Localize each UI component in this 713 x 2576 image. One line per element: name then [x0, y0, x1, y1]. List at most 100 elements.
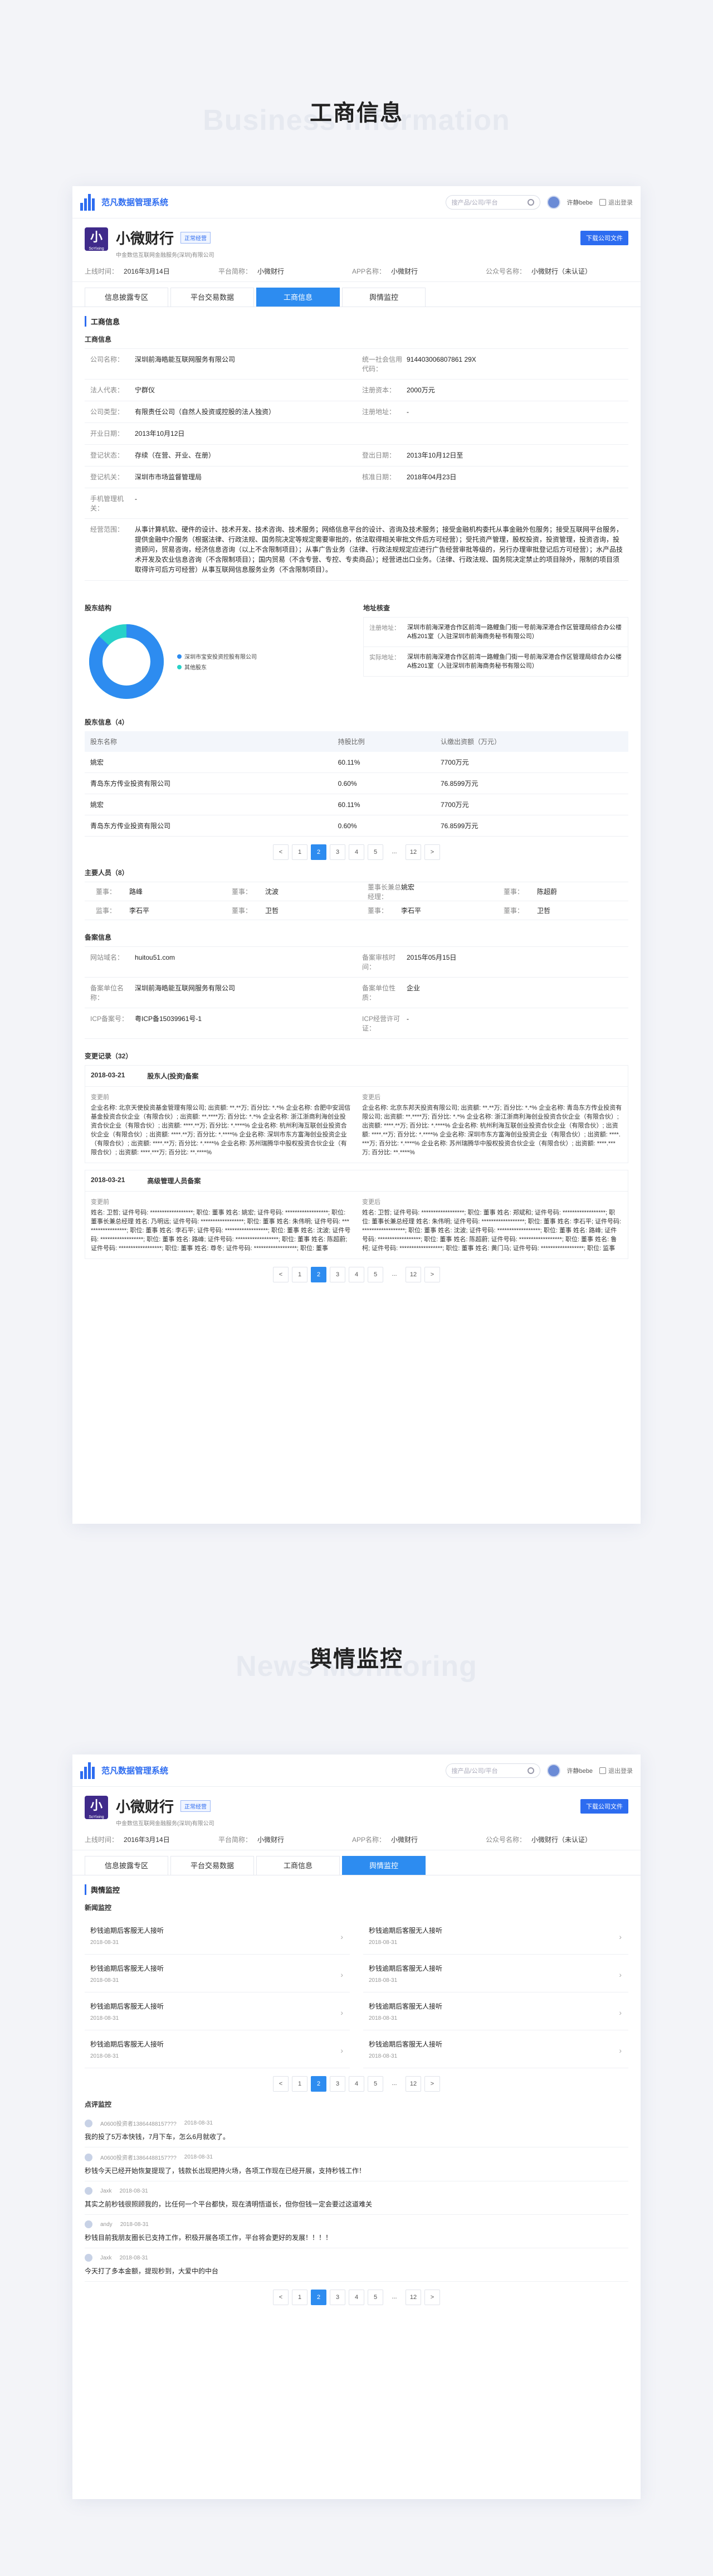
news-item[interactable]: 秒钱逾期后客服无人接听 2018-08-31 › — [85, 2030, 350, 2068]
comment-item[interactable]: A0600投资者13864488157??? 2018-08-31 我的投了5万本快… — [85, 2113, 628, 2147]
tab-news-monitor[interactable]: 舆情监控 — [342, 288, 426, 307]
tab-disclosure[interactable]: 信息披露专区 — [85, 1856, 168, 1875]
tab-disclosure[interactable]: 信息披露专区 — [85, 288, 168, 307]
prev-page-button[interactable]: < — [273, 1267, 289, 1282]
download-button[interactable]: 下载公司文件 — [580, 231, 628, 245]
top-bar: 范凡数据管理系统 搜产品/公司/平台 许静bebe 退出登录 — [72, 186, 641, 218]
page-button[interactable]: 4 — [349, 2076, 364, 2092]
search-icon[interactable] — [527, 198, 534, 206]
info-cell: 公司名称： 深圳前海皓能互联网服务有限公司 — [85, 349, 356, 379]
table-row[interactable]: 青岛东方传业投资有限公司 0.60% 76.8599万元 — [85, 815, 628, 837]
page-button[interactable]: 12 — [406, 844, 421, 860]
system-logo-icon[interactable] — [80, 1762, 97, 1779]
news-item[interactable]: 秒钱逾期后客服无人接听 2018-08-31 › — [363, 2030, 628, 2068]
change-date: 2018-03-21 — [91, 1071, 125, 1079]
field-label: 法人代表： — [90, 386, 124, 394]
comment-item[interactable]: A0600投资者13864488157??? 2018-08-31 秒钱今天已经开始… — [85, 2147, 628, 2181]
page-button[interactable]: 1 — [292, 2290, 307, 2305]
tab-trade-data[interactable]: 平台交易数据 — [170, 288, 254, 307]
page-button[interactable]: 12 — [406, 2076, 421, 2092]
page-button[interactable]: 3 — [330, 1267, 345, 1282]
news-item[interactable]: 秒钱逾期后客服无人接听 2018-08-31 › — [363, 1955, 628, 1992]
prev-page-button[interactable]: < — [273, 2076, 289, 2092]
page-button[interactable]: 1 — [292, 844, 307, 860]
field-value: 粤ICP备15039961号-1 — [135, 1015, 202, 1023]
news-date: 2018-08-31 — [369, 2015, 398, 2021]
system-logo-icon[interactable] — [80, 193, 97, 211]
page-button[interactable]: 1 — [292, 2076, 307, 2092]
table-cell: 60.11% — [332, 794, 435, 815]
section-title: 舆情监控 — [85, 1884, 628, 1895]
next-page-button[interactable]: > — [424, 2290, 440, 2305]
search-input[interactable]: 搜产品/公司/平台 — [445, 195, 540, 210]
person-role: 董事： — [96, 887, 116, 896]
next-page-button[interactable]: > — [424, 844, 440, 860]
page-button[interactable]: 12 — [406, 2290, 421, 2305]
page-button[interactable]: 4 — [349, 1267, 364, 1282]
page-button[interactable]: 5 — [368, 844, 383, 860]
tab-business-info[interactable]: 工商信息 — [256, 288, 340, 307]
prev-page-button[interactable]: < — [273, 2290, 289, 2305]
comment-item[interactable]: Jaxk 2018-08-31 今天打了多本金额，提现秒到，大爱中的中台 — [85, 2248, 628, 2282]
page-button[interactable]: 5 — [368, 1267, 383, 1282]
page-button[interactable]: 12 — [406, 1267, 421, 1282]
company-info: 上线时间： 2016年3月14日 平台简称： 小微财行 APP名称： 小微财行 公众号… — [85, 268, 592, 275]
logout-button[interactable]: 退出登录 — [599, 1766, 633, 1775]
legend-item: 其他股东 — [177, 663, 257, 671]
comment-monitor-title: 点评监控 — [85, 2101, 112, 2108]
next-page-button[interactable]: > — [424, 1267, 440, 1282]
user-avatar-icon — [85, 2220, 92, 2228]
system-name[interactable]: 范凡数据管理系统 — [101, 1765, 168, 1776]
next-page-button[interactable]: > — [424, 2076, 440, 2092]
username[interactable]: 许静bebe — [567, 1766, 593, 1775]
company-name: 小微财行 — [116, 230, 174, 247]
system-name[interactable]: 范凡数据管理系统 — [101, 196, 168, 208]
tab-news-monitor[interactable]: 舆情监控 — [342, 1856, 426, 1875]
news-item[interactable]: 秒钱逾期后客服无人接听 2018-08-31 › — [85, 1917, 350, 1955]
table-row[interactable]: 青岛东方传业投资有限公司 0.60% 76.8599万元 — [85, 772, 628, 794]
tab-trade-data[interactable]: 平台交易数据 — [170, 1856, 254, 1875]
search-input[interactable]: 搜产品/公司/平台 — [445, 1763, 540, 1778]
table-row[interactable]: 姚宏 60.11% 7700万元 — [85, 794, 628, 815]
page-button[interactable]: 2 — [311, 2290, 326, 2305]
news-date: 2018-08-31 — [90, 1977, 119, 1984]
avatar[interactable] — [546, 1763, 560, 1777]
news-item[interactable]: 秒钱逾期后客服无人接听 2018-08-31 › — [363, 1917, 628, 1955]
page-button[interactable]: 5 — [368, 2076, 383, 2092]
download-button[interactable]: 下载公司文件 — [580, 1799, 628, 1814]
tab-business-info[interactable]: 工商信息 — [256, 1856, 340, 1875]
chevron-right-icon: › — [340, 1970, 343, 1979]
table-row[interactable]: 姚宏 60.11% 7700万元 — [85, 752, 628, 773]
logout-button[interactable]: 退出登录 — [599, 198, 633, 207]
page-button[interactable]: 2 — [311, 1267, 326, 1282]
company-info: 上线时间： 2016年3月14日 平台简称： 小微财行 APP名称： 小微财行 公众号… — [85, 1836, 592, 1844]
news-item[interactable]: 秒钱逾期后客服无人接听 2018-08-31 › — [85, 1955, 350, 1992]
page-button[interactable]: 5 — [368, 2290, 383, 2305]
news-item[interactable]: 秒钱逾期后客服无人接听 2018-08-31 › — [363, 1992, 628, 2030]
user-avatar-icon — [85, 2254, 92, 2262]
page-button[interactable]: 4 — [349, 844, 364, 860]
info-cell: 备案审核时间： 2015年05月15日 — [356, 947, 628, 977]
page-button[interactable]: 3 — [330, 2076, 345, 2092]
page-button[interactable]: 3 — [330, 844, 345, 860]
company-logo: 小 SoYixing — [85, 227, 108, 251]
table-cell: 姚宏 — [85, 794, 333, 815]
comment-item[interactable]: andy 2018-08-31 秒钱目前我朋友圈长已支持工作，积极开展各项工作，平台… — [85, 2215, 628, 2248]
page-button[interactable]: 2 — [311, 2076, 326, 2092]
info-cell: 统一社会信用代码： 914403006807861 29X — [356, 349, 628, 379]
avatar[interactable] — [546, 195, 560, 209]
news-item[interactable]: 秒钱逾期后客服无人接听 2018-08-31 › — [85, 1992, 350, 2030]
info-cell — [356, 488, 628, 518]
page-button[interactable]: 1 — [292, 1267, 307, 1282]
prev-page-button[interactable]: < — [273, 844, 289, 860]
change-before: 变更前 姓名: 卫哲; 证件号码: ******************; 职位:… — [91, 1197, 351, 1253]
username[interactable]: 许静bebe — [567, 198, 593, 207]
comment-item[interactable]: Jaxk 2018-08-31 其实之前秒钱很照顾我的，比任何一个平台都快，现在清明… — [85, 2181, 628, 2215]
change-after-label: 变更后 — [362, 1094, 380, 1101]
page-button[interactable]: 4 — [349, 2290, 364, 2305]
page-button[interactable]: 3 — [330, 2290, 345, 2305]
search-icon[interactable] — [527, 1767, 534, 1774]
pagination: <1 2 3 4 5... 12 > — [72, 1267, 641, 1282]
company-subtitle: 中金数信互联网金融服务(深圳)有限公司 — [116, 1821, 214, 1827]
page-button[interactable]: 2 — [311, 844, 326, 860]
